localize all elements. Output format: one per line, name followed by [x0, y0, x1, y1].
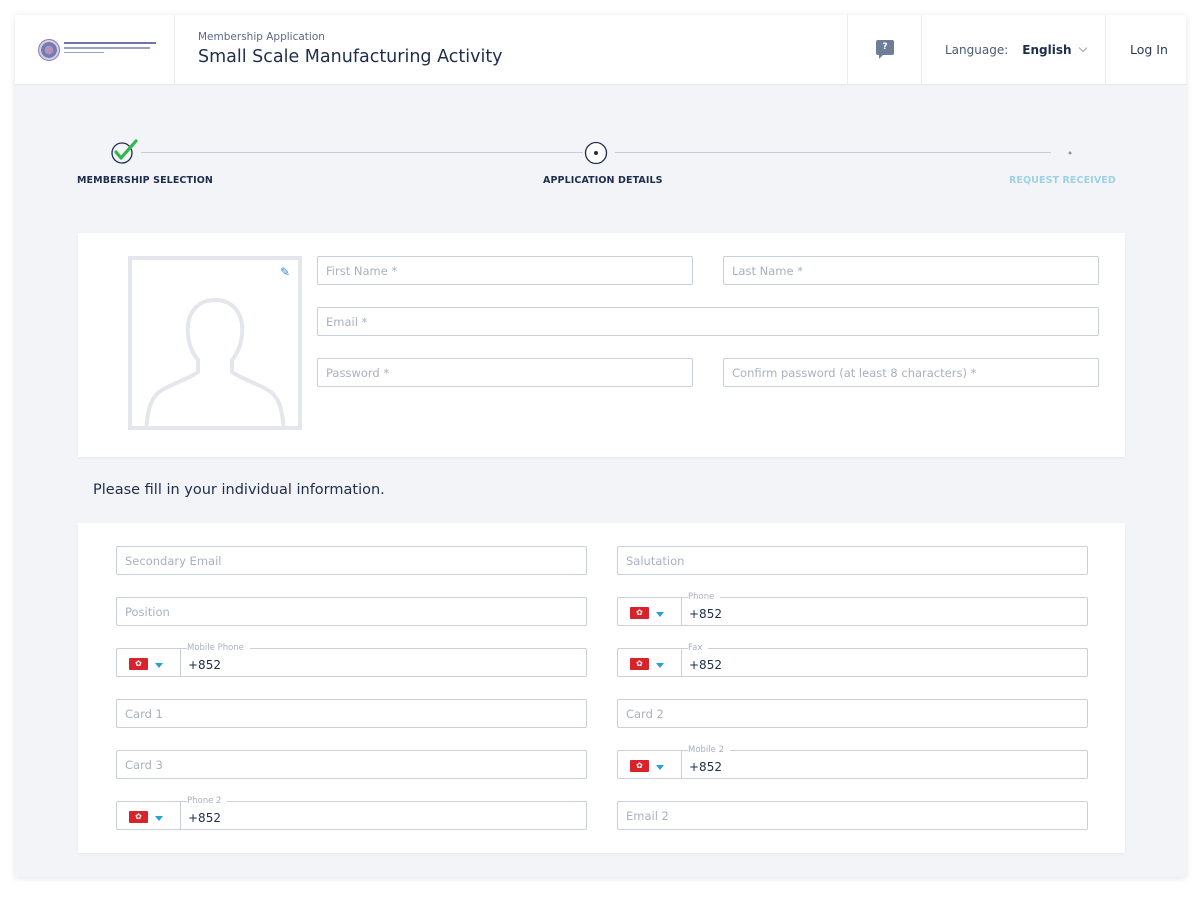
card1-placeholder: Card 1 [125, 707, 163, 721]
last-name-placeholder: Last Name * [732, 264, 803, 278]
caret-down-icon[interactable] [656, 612, 664, 617]
hong-kong-flag-icon[interactable]: ✿ [630, 607, 649, 619]
email-placeholder: Email * [326, 315, 368, 329]
phone2-country-code: +852 [188, 811, 221, 825]
mobile2-country-code: +852 [689, 760, 722, 774]
user-silhouette-icon [144, 297, 286, 426]
fax-label: Fax [688, 643, 709, 653]
help-button[interactable]: ? [847, 15, 922, 85]
mobile-phone-input[interactable]: ✿ Mobile Phone +852 [116, 643, 587, 677]
individual-info-heading: Please fill in your individual informati… [93, 482, 385, 498]
email2-placeholder: Email 2 [626, 809, 669, 823]
header-titles: Membership Application Small Scale Manuf… [198, 31, 503, 67]
card1-input[interactable]: Card 1 [116, 699, 587, 728]
page-subtitle: Membership Application [198, 31, 325, 43]
step-label-membership-selection: MEMBERSHIP SELECTION [77, 175, 213, 186]
password-input[interactable]: Password * [317, 358, 693, 387]
logo-text-graphic [64, 42, 156, 56]
phone-label: Phone [688, 592, 721, 602]
mobile2-input[interactable]: ✿ Mobile 2 +852 [617, 745, 1088, 779]
email-input[interactable]: Email * [317, 307, 1099, 336]
card2-input[interactable]: Card 2 [617, 699, 1088, 728]
card2-placeholder: Card 2 [626, 707, 664, 721]
check-circle-icon [111, 139, 138, 164]
caret-down-icon[interactable] [656, 663, 664, 668]
pending-step-dot-icon [1068, 151, 1072, 155]
confirm-password-input[interactable]: Confirm password (at least 8 characters)… [723, 358, 1099, 387]
confirm-password-placeholder: Confirm password (at least 8 characters)… [732, 366, 977, 380]
fax-input[interactable]: ✿ Fax +852 [617, 643, 1088, 677]
login-button[interactable]: Log In [1105, 15, 1186, 85]
card3-placeholder: Card 3 [125, 758, 163, 772]
pencil-edit-icon[interactable]: ✎ [280, 265, 290, 279]
mobile2-label: Mobile 2 [688, 745, 730, 755]
hong-kong-flag-icon[interactable]: ✿ [630, 760, 649, 772]
language-selector[interactable]: Language: English [945, 43, 1087, 57]
secondary-email-input[interactable]: Secondary Email [116, 546, 587, 575]
language-value: English [1022, 43, 1072, 57]
logo-seal-icon [38, 39, 60, 61]
fax-country-code: +852 [689, 658, 722, 672]
app-frame: Membership Application Small Scale Manuf… [15, 15, 1186, 877]
phone2-label: Phone 2 [187, 796, 228, 806]
login-label: Log In [1130, 42, 1168, 57]
step-label-application-details: APPLICATION DETAILS [543, 175, 663, 186]
password-placeholder: Password * [326, 366, 390, 380]
top-header: Membership Application Small Scale Manuf… [15, 15, 1186, 85]
step-label-request-received: REQUEST RECEIVED [1009, 175, 1116, 186]
caret-down-icon[interactable] [656, 765, 664, 770]
account-card: ✎ First Name * Last Name * Email * Passw… [78, 233, 1125, 457]
salutation-placeholder: Salutation [626, 554, 685, 568]
salutation-input[interactable]: Salutation [617, 546, 1088, 575]
phone-input[interactable]: ✿ Phone +852 [617, 592, 1088, 626]
position-input[interactable]: Position [116, 597, 587, 626]
profile-photo-upload[interactable]: ✎ [128, 256, 302, 430]
caret-down-icon[interactable] [155, 816, 163, 821]
position-placeholder: Position [125, 605, 170, 619]
first-name-input[interactable]: First Name * [317, 256, 693, 285]
question-chat-icon: ? [876, 40, 894, 59]
logo[interactable] [15, 15, 175, 85]
hong-kong-flag-icon[interactable]: ✿ [129, 811, 148, 823]
first-name-placeholder: First Name * [326, 264, 398, 278]
card3-input[interactable]: Card 3 [116, 750, 587, 779]
phone-country-code: +852 [689, 607, 722, 621]
phone2-input[interactable]: ✿ Phone 2 +852 [116, 796, 587, 830]
last-name-input[interactable]: Last Name * [723, 256, 1099, 285]
step-connector [615, 152, 1051, 153]
page-title: Small Scale Manufacturing Activity [198, 47, 503, 67]
caret-down-icon[interactable] [155, 663, 163, 668]
language-label: Language: [945, 43, 1009, 57]
mobile-phone-label: Mobile Phone [187, 643, 250, 653]
chevron-down-icon [1078, 43, 1087, 53]
individual-info-card: Secondary Email Salutation Position ✿ Ph… [78, 523, 1125, 853]
mobile-country-code: +852 [188, 658, 221, 672]
hong-kong-flag-icon[interactable]: ✿ [129, 658, 148, 670]
secondary-email-placeholder: Secondary Email [125, 554, 222, 568]
email2-input[interactable]: Email 2 [617, 801, 1088, 830]
current-step-icon [584, 141, 608, 165]
step-connector [141, 152, 583, 153]
hong-kong-flag-icon[interactable]: ✿ [630, 658, 649, 670]
